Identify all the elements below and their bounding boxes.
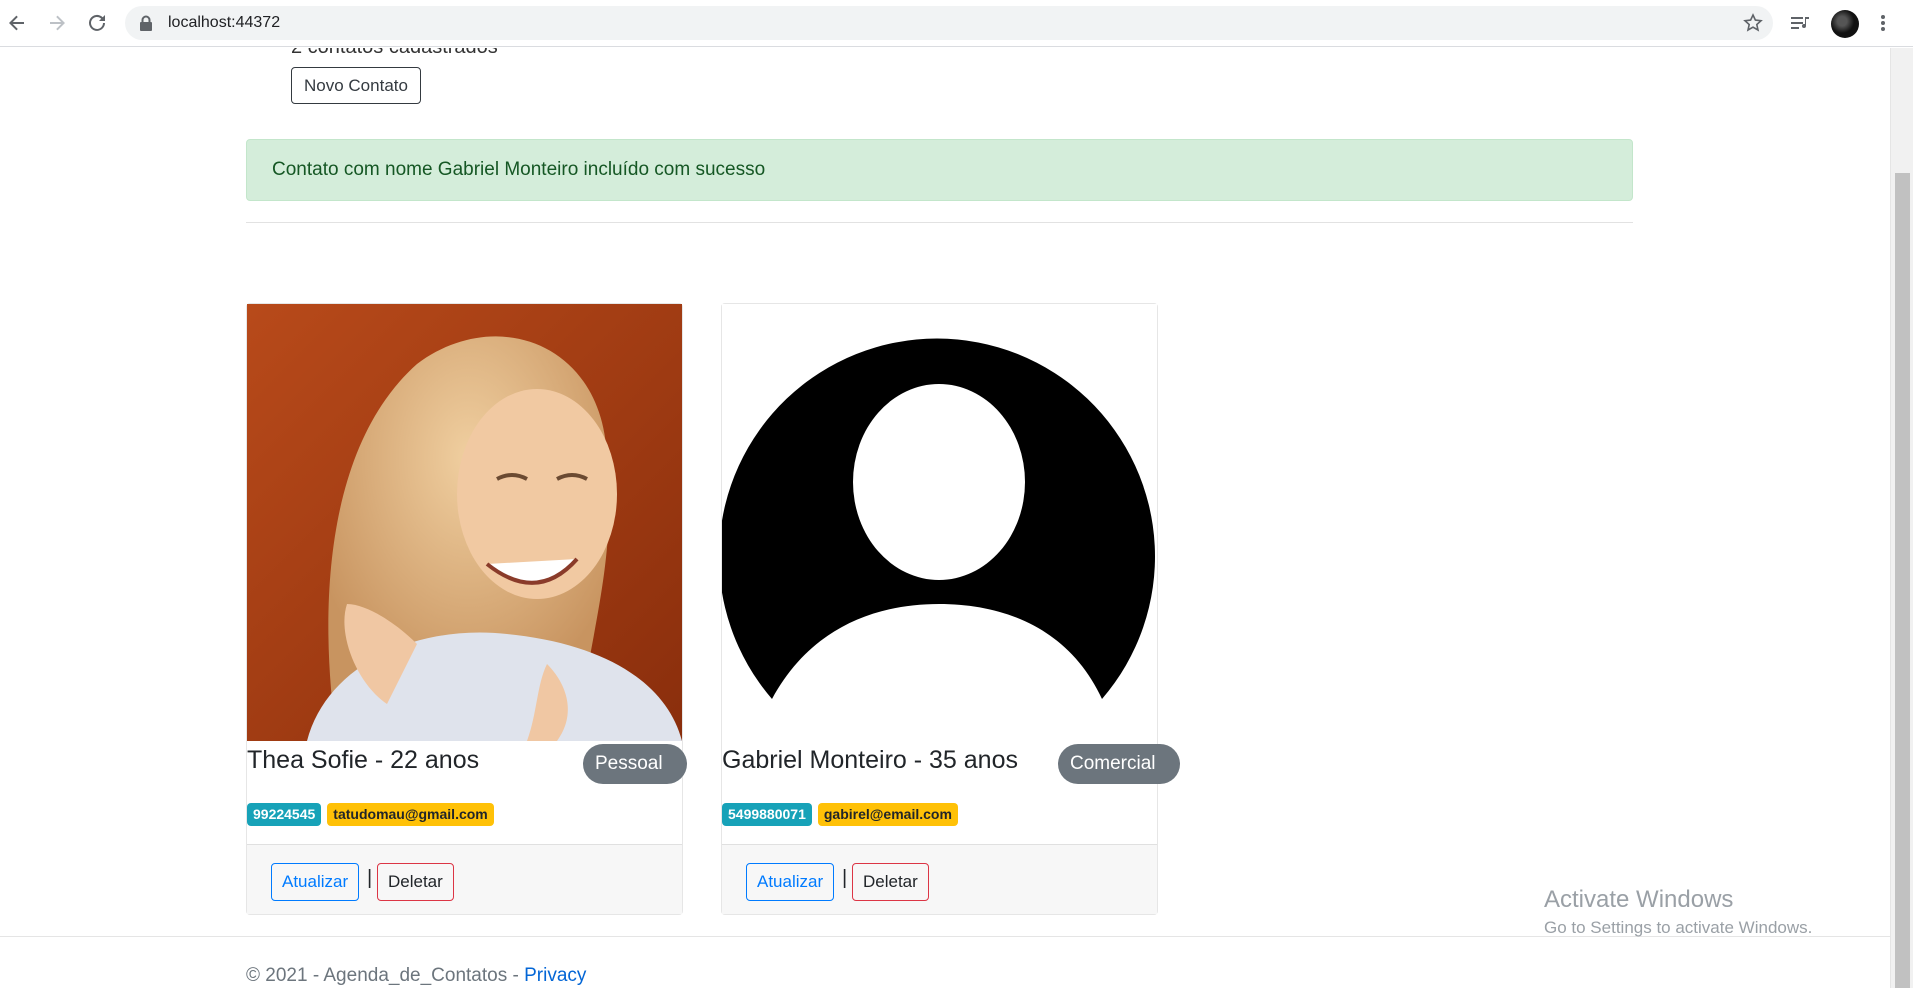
default-avatar-icon (722, 304, 1157, 741)
phone-badge: 5499880071 (722, 803, 812, 826)
media-playlist-icon[interactable] (1789, 11, 1813, 35)
contact-name: Gabriel Monteiro - 35 anos (722, 746, 1018, 774)
watermark-title: Activate Windows (1544, 886, 1734, 913)
scrollbar-thumb[interactable] (1895, 173, 1910, 988)
privacy-link[interactable]: Privacy (524, 965, 586, 986)
delete-button[interactable]: Deletar (852, 863, 929, 901)
copyright-text: © 2021 - Agenda_de_Contatos - (246, 965, 525, 986)
browser-toolbar: localhost:44372 (0, 0, 1913, 47)
card-footer: Atualizar | Deletar (722, 844, 1157, 914)
card-footer: Atualizar | Deletar (247, 844, 682, 914)
contact-badges: 5499880071 gabirel@email.com (722, 803, 958, 826)
page-content: 2 contatos cadastrados Novo Contato Cont… (0, 48, 1890, 988)
contact-count: 2 contatos cadastrados (291, 48, 498, 59)
new-contact-button[interactable]: Novo Contato (291, 67, 421, 104)
forward-arrow-icon[interactable] (45, 11, 69, 35)
bookmark-star-icon[interactable] (1743, 13, 1763, 38)
footer-copyright: © 2021 - Agenda_de_Contatos - Privacy (246, 965, 586, 987)
category-pill: Pessoal (583, 744, 687, 784)
separator: | (842, 867, 848, 889)
contact-card: Thea Sofie - 22 anos Pessoal 99224545 ta… (246, 303, 687, 915)
success-alert: Contato com nome Gabriel Monteiro incluí… (246, 139, 1633, 201)
delete-button[interactable]: Deletar (377, 863, 454, 901)
update-button[interactable]: Atualizar (271, 863, 360, 901)
contact-name: Thea Sofie - 22 anos (247, 746, 480, 774)
contact-card: Gabriel Monteiro - 35 anos Comercial 549… (721, 303, 1180, 915)
address-bar[interactable]: localhost:44372 (125, 6, 1773, 40)
profile-avatar[interactable] (1831, 10, 1859, 38)
contact-badges: 99224545 tatudomau@gmail.com (247, 803, 494, 826)
phone-badge: 99224545 (247, 803, 322, 826)
windows-activation-watermark: Activate Windows Go to Settings to activ… (1544, 886, 1812, 938)
back-arrow-icon[interactable] (5, 11, 29, 35)
update-button[interactable]: Atualizar (746, 863, 835, 901)
email-badge: tatudomau@gmail.com (327, 803, 494, 826)
url-text: localhost:44372 (168, 14, 281, 31)
category-pill: Comercial (1058, 744, 1180, 784)
page-scrollbar[interactable] (1890, 48, 1913, 988)
email-badge: gabirel@email.com (817, 803, 958, 826)
divider (246, 222, 1633, 223)
kebab-menu-icon[interactable] (1871, 11, 1895, 35)
watermark-subtitle: Go to Settings to activate Windows. (1544, 918, 1813, 937)
separator: | (367, 867, 373, 889)
reload-icon[interactable] (85, 11, 109, 35)
lock-icon (139, 15, 153, 36)
contact-photo (247, 304, 682, 741)
